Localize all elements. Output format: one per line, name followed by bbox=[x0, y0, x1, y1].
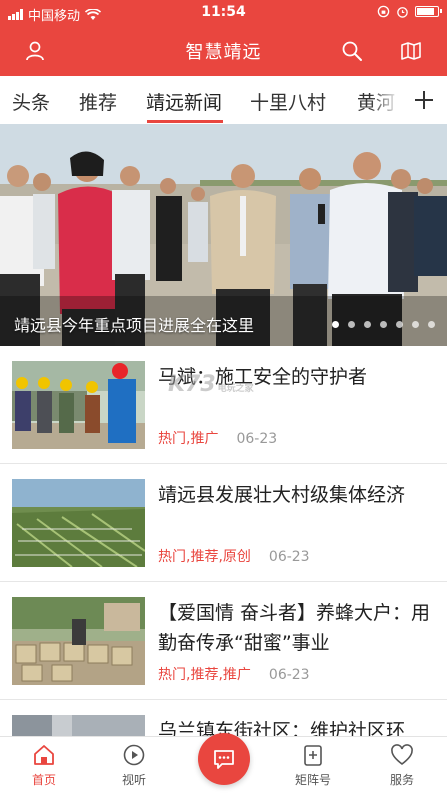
news-tags: 热门,推荐,原创 bbox=[158, 549, 251, 565]
news-thumbnail bbox=[12, 597, 145, 685]
tabs-fade bbox=[370, 76, 400, 124]
nav-media[interactable]: 视听 bbox=[104, 743, 164, 788]
news-meta: 热门,推荐,推广 06-23 bbox=[158, 664, 310, 684]
news-title: 乌兰镇东街社区：维护社区环 bbox=[158, 720, 406, 736]
top-bar: 中国移动 11:54 智慧靖远 bbox=[0, 0, 447, 76]
alarm-icon bbox=[397, 7, 408, 18]
watermark: K73 电玩之家 bbox=[168, 372, 254, 397]
banner-dot[interactable] bbox=[348, 321, 355, 328]
chat-icon bbox=[214, 750, 234, 769]
heart-icon bbox=[391, 744, 413, 766]
map-button[interactable] bbox=[396, 36, 426, 66]
battery-icon bbox=[415, 6, 442, 17]
news-thumbnail bbox=[12, 361, 145, 449]
news-thumbnail bbox=[12, 715, 145, 736]
banner-dot[interactable] bbox=[428, 321, 435, 328]
banner-carousel[interactable]: 靖远县今年重点项目进展全在这里 bbox=[0, 124, 447, 346]
news-item[interactable]: 【爱国情 奋斗者】养蜂大户：用勤奋传承“甜蜜”事业 热门,推荐,推广 06-23 bbox=[0, 582, 447, 700]
news-title: 靖远县发展壮大村级集体经济 bbox=[158, 484, 406, 506]
nav-service[interactable]: 服务 bbox=[372, 743, 432, 788]
news-title: 【爱国情 奋斗者】养蜂大户：用勤奋传承“甜蜜”事业 bbox=[158, 602, 431, 654]
center-chat-button[interactable] bbox=[198, 733, 250, 785]
category-tabs: 头条 推荐 靖远新闻 十里八村 黄河 bbox=[0, 76, 447, 124]
news-meta: 热门,推广 06-23 bbox=[158, 428, 277, 448]
status-bar: 中国移动 11:54 bbox=[0, 0, 447, 26]
nav-home-label: 首页 bbox=[31, 773, 56, 787]
news-date: 06-23 bbox=[236, 431, 278, 447]
banner-dot[interactable] bbox=[396, 321, 403, 328]
plus-icon bbox=[414, 91, 433, 109]
news-thumbnail bbox=[12, 479, 145, 567]
tab-villages[interactable]: 十里八村 bbox=[250, 88, 326, 115]
nav-matrix-label: 矩阵号 bbox=[294, 773, 331, 787]
app-bar: 智慧靖远 bbox=[0, 26, 447, 76]
nav-home[interactable]: 首页 bbox=[14, 743, 74, 788]
news-item[interactable]: 乌兰镇东街社区：维护社区环 bbox=[0, 700, 447, 736]
watermark-sub: 电玩之家 bbox=[217, 384, 254, 394]
news-list: 马斌：施工安全的守护者 热门,推广 06-23 靖远县发展壮大村级集体经济 热门,… bbox=[0, 346, 447, 736]
banner-dot[interactable] bbox=[412, 321, 419, 328]
map-icon bbox=[401, 42, 421, 60]
tab-headlines[interactable]: 头条 bbox=[12, 88, 50, 115]
news-item[interactable]: 马斌：施工安全的守护者 热门,推广 06-23 bbox=[0, 346, 447, 464]
news-meta: 热门,推荐,原创 06-23 bbox=[158, 546, 310, 566]
nav-media-label: 视听 bbox=[121, 773, 146, 787]
play-icon bbox=[123, 744, 145, 766]
nav-service-label: 服务 bbox=[389, 773, 414, 787]
tab-jingyuan-news[interactable]: 靖远新闻 bbox=[146, 88, 222, 115]
news-tags: 热门,推广 bbox=[158, 431, 219, 447]
tab-recommended[interactable]: 推荐 bbox=[79, 88, 117, 115]
search-button[interactable] bbox=[337, 36, 367, 66]
banner-pagination[interactable] bbox=[332, 321, 435, 328]
rotation-lock-icon bbox=[377, 5, 390, 18]
banner-dot[interactable] bbox=[332, 321, 339, 328]
news-date: 06-23 bbox=[268, 667, 310, 683]
news-date: 06-23 bbox=[268, 549, 310, 565]
matrix-icon bbox=[304, 745, 322, 766]
app-title: 智慧靖远 bbox=[185, 42, 262, 63]
banner-dot[interactable] bbox=[364, 321, 371, 328]
banner-caption: 靖远县今年重点项目进展全在这里 bbox=[14, 316, 255, 335]
nav-matrix[interactable]: 矩阵号 bbox=[283, 743, 343, 788]
home-icon bbox=[34, 745, 54, 765]
banner-dot[interactable] bbox=[380, 321, 387, 328]
active-tab-indicator bbox=[147, 120, 223, 123]
news-tags: 热门,推荐,推广 bbox=[158, 667, 251, 683]
search-icon bbox=[342, 41, 362, 61]
add-channel-button[interactable] bbox=[400, 76, 447, 124]
watermark-main: K73 bbox=[168, 372, 216, 397]
news-item[interactable]: 靖远县发展壮大村级集体经济 热门,推荐,原创 06-23 bbox=[0, 464, 447, 582]
